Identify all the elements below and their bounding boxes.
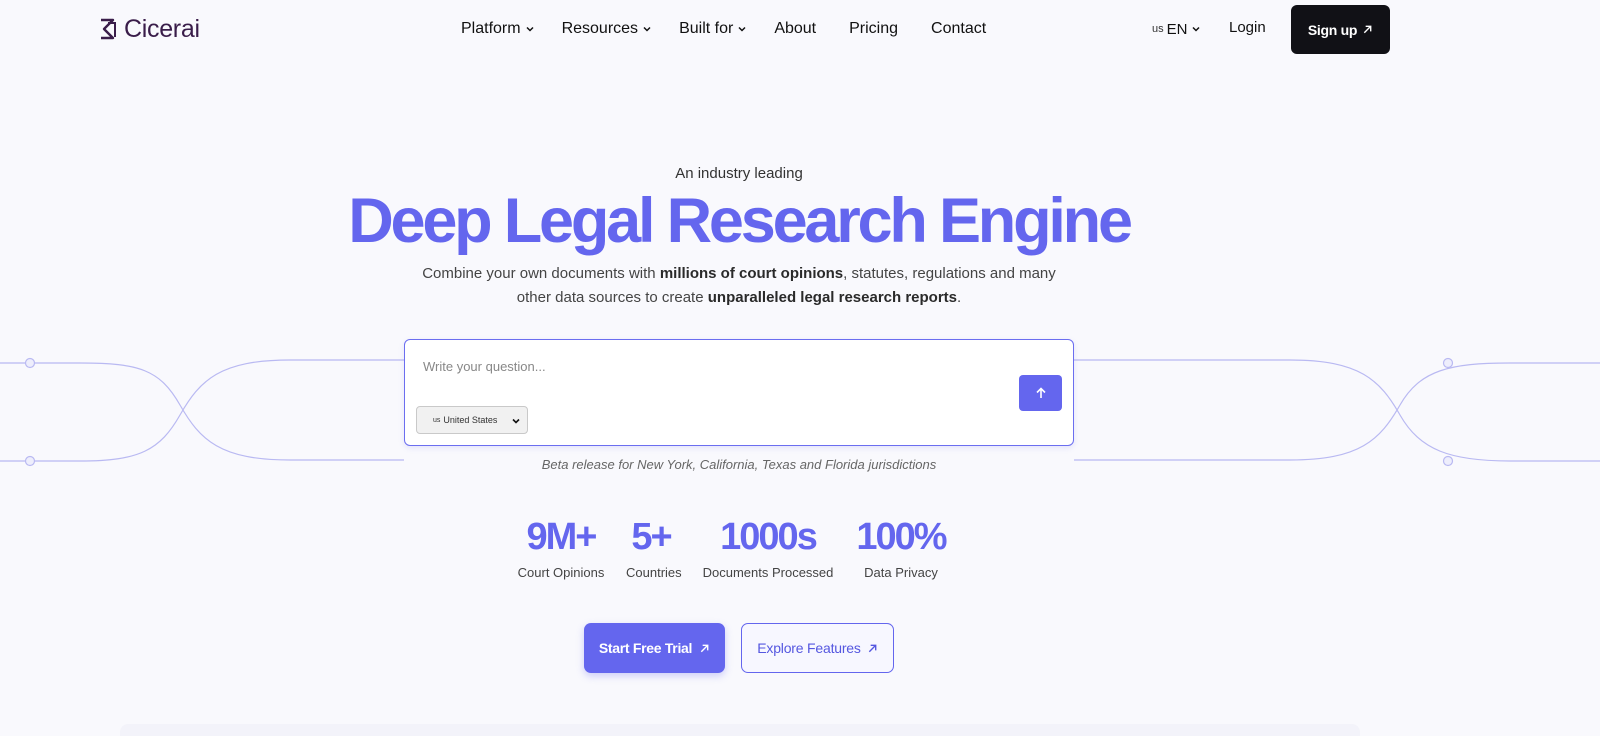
jurisdiction-select[interactable]: us United States	[416, 406, 528, 434]
nav-pricing[interactable]: Pricing	[849, 20, 898, 38]
stat-value: 5+	[631, 516, 672, 558]
language-selector[interactable]: us EN	[1152, 18, 1201, 40]
nav-platform[interactable]: Platform	[461, 20, 535, 38]
subtitle-bold: millions of court opinions	[659, 265, 844, 282]
stat-label: Court Opinions	[517, 565, 605, 580]
login-link[interactable]: Login	[1229, 19, 1266, 36]
nav-built-for[interactable]: Built for	[679, 20, 747, 38]
jurisdiction-value: United States	[443, 415, 498, 425]
nav-label: Built for	[679, 20, 734, 37]
stat-item: 100% Data Privacy	[854, 515, 948, 580]
nav-label: Resources	[561, 20, 639, 37]
subtitle-bold: unparalleled legal research reports	[707, 289, 958, 306]
start-free-trial-button[interactable]: Start Free Trial	[584, 623, 725, 673]
hero-headline: Deep Legal Research Engine	[348, 186, 1133, 256]
nav-about[interactable]: About	[774, 20, 816, 38]
nav-contact[interactable]: Contact	[931, 20, 986, 38]
logo[interactable]: Cicerai	[98, 15, 200, 43]
question-card: us United States	[404, 339, 1074, 446]
question-input[interactable]	[423, 354, 983, 378]
connector-dot	[1442, 357, 1454, 369]
nav-label: Platform	[461, 20, 521, 37]
stat-item: 9M+ Court Opinions	[516, 515, 606, 580]
next-section-edge	[120, 724, 1360, 736]
arrow-up-right-icon	[700, 644, 709, 652]
arrow-up-right-icon	[868, 644, 877, 652]
nav-resources[interactable]: Resources	[562, 20, 652, 38]
arrow-up-right-icon	[1363, 25, 1372, 34]
chevron-down-icon	[512, 418, 520, 424]
arrow-up-icon	[1035, 387, 1046, 398]
site-header: Cicerai Platform Resources Built for Abo…	[0, 0, 1600, 58]
hero-eyebrow: An industry leading	[675, 165, 803, 182]
flag-icon: us	[433, 416, 441, 424]
explore-features-button[interactable]: Explore Features	[741, 623, 894, 673]
stat-item: 5+ Countries	[626, 515, 682, 580]
flag-icon: us	[1152, 23, 1164, 35]
logo-icon	[101, 18, 116, 40]
chevron-down-icon	[1192, 26, 1200, 32]
stat-item: 1000s Documents Processed	[702, 515, 834, 580]
connector-dot	[24, 357, 36, 369]
nav-label: Pricing	[849, 20, 899, 37]
cta-label: Explore Features	[757, 640, 861, 656]
cta-label: Start Free Trial	[598, 640, 693, 656]
chevron-down-icon	[526, 26, 534, 32]
signup-button[interactable]: Sign up	[1291, 5, 1390, 54]
stat-label: Countries	[626, 565, 682, 580]
chevron-down-icon	[643, 26, 651, 32]
nav-label: About	[774, 20, 817, 37]
submit-question-button[interactable]	[1019, 375, 1062, 411]
stats-row: 9M+ Court Opinions 5+ Countries 1000s Do…	[516, 515, 966, 585]
hero-subtitle: Combine your own documents with millions…	[410, 262, 1068, 310]
subtitle-text: Combine your own documents with	[422, 265, 660, 282]
chevron-down-icon	[738, 26, 746, 32]
stat-value: 9M+	[526, 516, 598, 558]
stat-label: Data Privacy	[864, 565, 938, 580]
stat-value: 1000s	[720, 516, 818, 558]
nav-label: Contact	[931, 20, 987, 37]
brand-name: Cicerai	[124, 14, 200, 43]
beta-note: Beta release for New York, California, T…	[541, 457, 937, 472]
language-code: EN	[1166, 20, 1188, 38]
subtitle-text: .	[957, 289, 962, 306]
main-nav: Platform Resources Built for About Prici…	[461, 18, 986, 40]
signup-label: Sign up	[1307, 21, 1358, 38]
landing-page: Cicerai Platform Resources Built for Abo…	[0, 0, 1600, 736]
stat-label: Documents Processed	[702, 565, 834, 580]
stat-value: 100%	[856, 516, 947, 558]
